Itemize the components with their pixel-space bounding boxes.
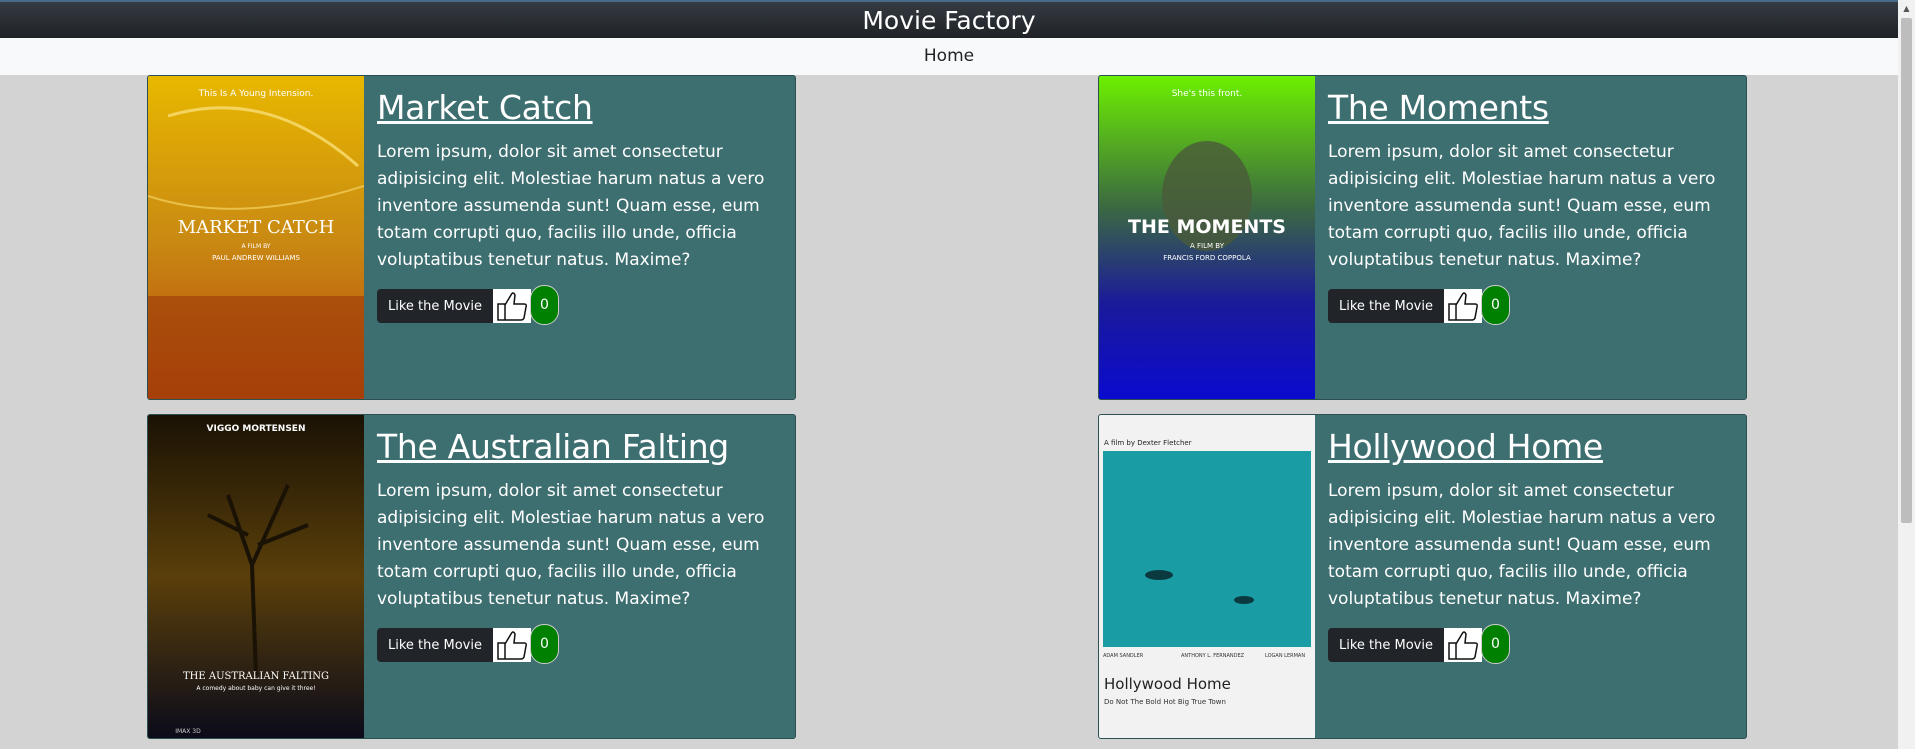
scroll-up-icon[interactable]: ▲ [1898,0,1915,17]
nav-bar: Home [0,38,1898,75]
movie-title-link[interactable]: The Australian Falting [377,427,777,466]
movie-title-link[interactable]: Market Catch [377,88,777,127]
svg-text:A FILM BY: A FILM BY [241,243,270,250]
svg-text:A FILM BY: A FILM BY [1190,242,1225,250]
like-movie-button[interactable]: Like the Movie [1328,289,1444,323]
poster-title: MARKET CATCH [178,217,335,238]
svg-text:FRANCIS FORD COPPOLA: FRANCIS FORD COPPOLA [1163,254,1251,262]
poster-tagline: She's this front. [1172,89,1243,99]
movie-description: Lorem ipsum, dolor sit amet consectetur … [377,142,765,270]
movie-title-link[interactable]: The Moments [1328,88,1728,127]
thumbs-up-icon[interactable] [1444,628,1482,662]
svg-text:PAUL ANDREW WILLIAMS: PAUL ANDREW WILLIAMS [212,254,300,262]
poster-title: Hollywood Home [1104,675,1231,693]
thumbs-up-icon[interactable] [493,289,531,323]
vertical-scrollbar[interactable]: ▲ [1898,0,1915,749]
thumbs-up-icon[interactable] [1444,289,1482,323]
movie-description: Lorem ipsum, dolor sit amet consectetur … [1328,481,1716,609]
svg-text:Do Not The Bold Hot Big True T: Do Not The Bold Hot Big True Town [1104,698,1226,706]
movie-description: Lorem ipsum, dolor sit amet consectetur … [1328,142,1716,270]
svg-text:A comedy about baby can give i: A comedy about baby can give it three! [196,685,315,692]
scrollbar-thumb[interactable] [1901,18,1912,523]
like-count-badge: 0 [1481,285,1510,325]
nav-home-link[interactable]: Home [924,46,974,66]
poster-title: THE AUSTRALIAN FALTING [183,671,329,682]
poster-title: THE MOMENTS [1128,216,1286,238]
movie-card: VIGGO MORTENSEN THE AUSTRALIAN FALTING A… [147,414,796,739]
like-movie-button[interactable]: Like the Movie [377,628,493,662]
svg-text:IMAX 3D: IMAX 3D [175,728,201,735]
app-title: Movie Factory [862,6,1036,35]
movie-description: Lorem ipsum, dolor sit amet consectetur … [377,481,765,609]
svg-text:ANTHONY L. FERNANDEZ: ANTHONY L. FERNANDEZ [1181,653,1245,659]
like-count-badge: 0 [530,624,559,664]
movie-card: A film by Dexter Fletcher ADAM SANDLER A… [1098,414,1747,739]
like-count-badge: 0 [530,285,559,325]
movie-title-link[interactable]: Hollywood Home [1328,427,1728,466]
svg-text:ADAM SANDLER: ADAM SANDLER [1103,653,1144,659]
movie-poster: A film by Dexter Fletcher ADAM SANDLER A… [1099,415,1315,738]
like-movie-button[interactable]: Like the Movie [1328,628,1444,662]
movie-card: She's this front. THE MOMENTS A FILM BY … [1098,75,1747,400]
poster-tagline: A film by Dexter Fletcher [1104,439,1192,447]
poster-tagline: VIGGO MORTENSEN [207,424,306,434]
movie-card: This Is A Young Intension. MARKET CATCH … [147,75,796,400]
movie-poster: This Is A Young Intension. MARKET CATCH … [148,76,364,399]
thumbs-up-icon[interactable] [493,628,531,662]
movie-poster: She's this front. THE MOMENTS A FILM BY … [1099,76,1315,399]
movie-poster: VIGGO MORTENSEN THE AUSTRALIAN FALTING A… [148,415,364,738]
svg-text:LOGAN LERMAN: LOGAN LERMAN [1265,653,1305,659]
like-count-badge: 0 [1481,624,1510,664]
poster-tagline: This Is A Young Intension. [198,89,314,99]
like-movie-button[interactable]: Like the Movie [377,289,493,323]
app-header: Movie Factory [0,0,1898,38]
